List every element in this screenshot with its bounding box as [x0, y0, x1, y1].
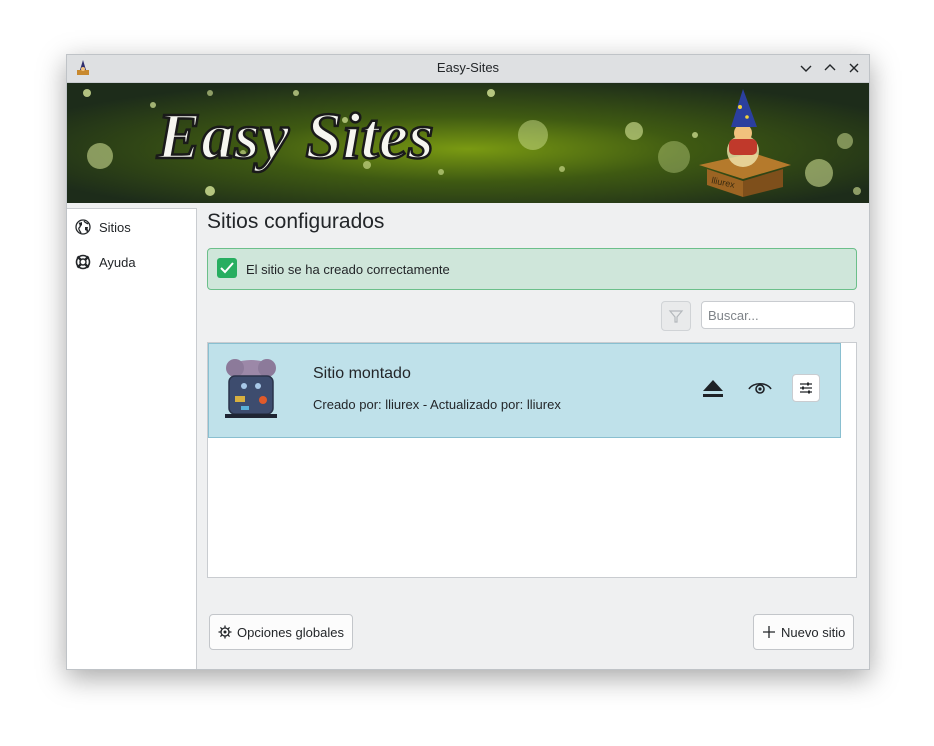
title-bar: Easy-Sites [67, 55, 869, 83]
lifebuoy-icon [75, 254, 91, 270]
sidebar-item-sitios[interactable]: Sitios [75, 214, 190, 240]
window-title: Easy-Sites [436, 60, 500, 75]
maximize-icon[interactable] [821, 59, 839, 77]
eye-icon[interactable] [746, 374, 774, 402]
sidebar-item-label: Ayuda [99, 254, 136, 270]
banner-graphic: Easy Sites lliurex [67, 83, 869, 203]
eject-icon[interactable] [699, 374, 727, 402]
plus-icon [763, 626, 775, 638]
new-site-label: Nuevo sitio [781, 624, 846, 640]
success-message: El sitio se ha creado correctamente [207, 248, 857, 290]
page-title: Sitios configurados [207, 210, 385, 233]
close-icon[interactable] [845, 59, 863, 77]
new-site-button[interactable]: Nuevo sitio [753, 614, 855, 650]
globe-icon [75, 219, 91, 235]
site-meta: Creado por: lliurex - Actualizado por: l… [313, 397, 561, 412]
site-row[interactable]: Sitio montado Creado por: lliurex - Actu… [208, 343, 841, 438]
filter-icon [668, 310, 684, 323]
sidebar: Sitios Ayuda [67, 208, 197, 669]
check-icon [217, 258, 237, 278]
search-input[interactable] [701, 301, 855, 329]
global-options-label: Opciones globales [237, 624, 344, 640]
sliders-icon [800, 382, 812, 394]
site-name: Sitio montado [313, 365, 411, 382]
sidebar-item-label: Sitios [99, 219, 131, 235]
banner-logo-text: Easy Sites [156, 100, 434, 173]
global-options-button[interactable]: Opciones globales [209, 614, 353, 650]
site-settings-button[interactable] [792, 374, 820, 402]
success-message-text: El sitio se ha creado correctamente [246, 262, 450, 277]
site-icon [225, 359, 277, 418]
minimize-icon[interactable] [797, 59, 815, 77]
app-window: Easy-Sites Easy Sites lliurex Sitios Ayu… [66, 54, 870, 670]
gear-icon [218, 625, 232, 639]
filter-button[interactable] [661, 301, 691, 331]
header-banner: Easy Sites lliurex [67, 83, 869, 203]
sidebar-item-ayuda[interactable]: Ayuda [75, 249, 190, 275]
sites-list: Sitio montado Creado por: lliurex - Actu… [207, 342, 857, 578]
